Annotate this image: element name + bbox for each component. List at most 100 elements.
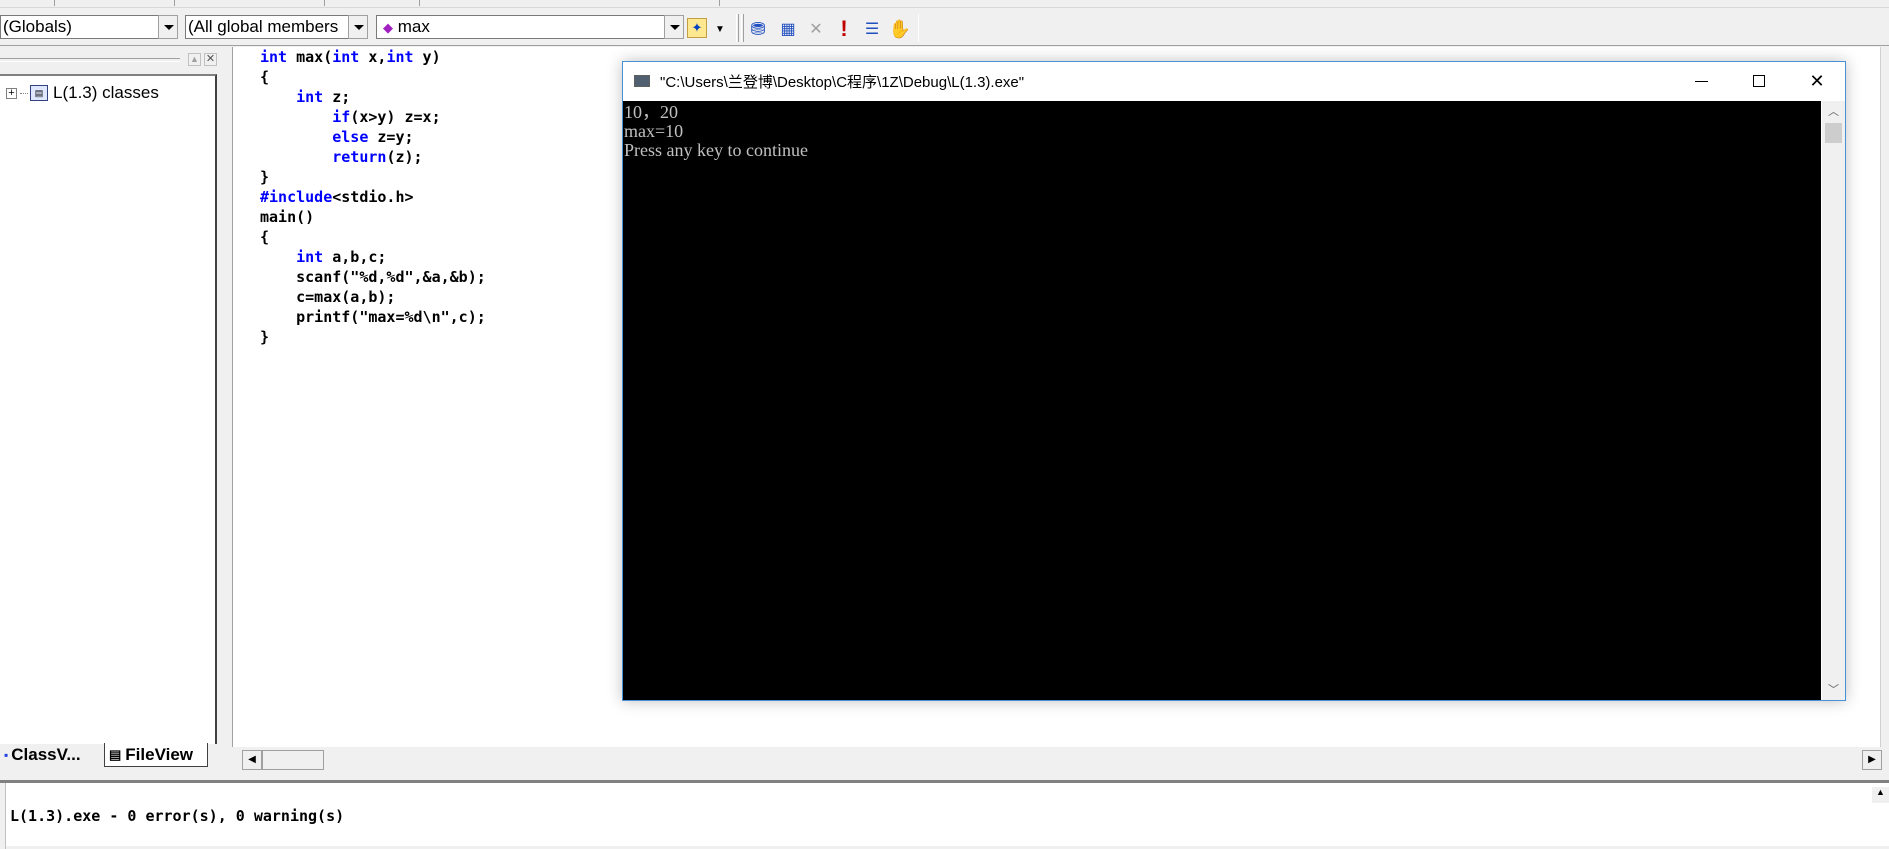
code-line[interactable]: int a,b,c;: [260, 247, 486, 267]
build-icon[interactable]: ▦: [776, 17, 800, 41]
scope-combo[interactable]: (Globals): [0, 15, 160, 39]
code-line[interactable]: main(): [260, 207, 486, 227]
scope-combo-dropdown[interactable]: [158, 15, 178, 39]
top-tab-strip: [0, 0, 1889, 8]
step-icon[interactable]: ☰: [860, 17, 884, 41]
toolbar-grip[interactable]: [736, 14, 739, 42]
scroll-left-icon[interactable]: ◀: [242, 750, 262, 770]
code-line[interactable]: printf("max=%d\n",c);: [260, 307, 486, 327]
class-tree: + ▤ L(1.3) classes: [0, 74, 217, 744]
classview-icon: ▪: [4, 748, 9, 762]
code-line[interactable]: scanf("%d,%d",&a,&b);: [260, 267, 486, 287]
execute-icon[interactable]: !: [832, 16, 856, 41]
code-text: scanf("%d,%d",&a,&b);: [260, 268, 486, 286]
wizard-icon[interactable]: ✦: [687, 18, 707, 38]
code-line[interactable]: c=max(a,b);: [260, 287, 486, 307]
console-output[interactable]: 10，20 max=10 Press any key to continue: [623, 101, 1821, 700]
code-line[interactable]: return(z);: [260, 147, 486, 167]
code-line[interactable]: }: [260, 327, 486, 347]
code-line[interactable]: #include<stdio.h>: [260, 187, 486, 207]
scroll-right-icon[interactable]: ▶: [1862, 750, 1882, 770]
output-pane-grip[interactable]: [0, 783, 6, 849]
console-titlebar[interactable]: "C:\Users\兰登博\Desktop\C程序\1Z\Debug\L(1.3…: [623, 62, 1845, 100]
compile-icon[interactable]: ⛃: [746, 17, 770, 41]
panel-close-icon[interactable]: ✕: [204, 53, 217, 66]
expand-icon[interactable]: +: [6, 87, 17, 99]
code-line[interactable]: {: [260, 227, 486, 247]
maximize-icon: [1753, 75, 1765, 87]
code-text: max(: [287, 48, 333, 66]
panel-maximize-icon[interactable]: ▲: [188, 53, 201, 66]
members-combo-dropdown[interactable]: [348, 15, 368, 39]
close-button[interactable]: ✕: [1788, 62, 1846, 100]
fileview-icon: ▤: [109, 746, 122, 762]
members-combo[interactable]: (All global members: [185, 15, 350, 39]
minimize-button[interactable]: [1672, 62, 1730, 100]
build-result-text: L(1.3).exe - 0 error(s), 0 warning(s): [10, 807, 345, 825]
close-icon: ✕: [1809, 70, 1825, 91]
tab-fileview[interactable]: ▤ FileView: [104, 743, 208, 767]
code-keyword: int: [296, 88, 324, 106]
code-keyword: return: [332, 148, 387, 166]
code-text: main(): [260, 208, 315, 226]
console-app-icon: [634, 75, 650, 87]
wizard-dropdown-icon[interactable]: ▼: [708, 17, 732, 41]
code-keyword: if: [332, 108, 351, 126]
code-keyword: int: [386, 48, 414, 66]
code-line[interactable]: int z;: [260, 87, 486, 107]
workspace-panel: ▲ ✕ + ▤ L(1.3) classes ▪ ClassV... ▤ Fil…: [0, 47, 222, 777]
stop-build-icon[interactable]: ✕: [804, 17, 828, 41]
code-text: z=y;: [368, 128, 414, 146]
code-text: <stdio.h>: [332, 188, 414, 206]
method-icon: ◆: [383, 20, 393, 35]
console-scroll-thumb[interactable]: [1825, 123, 1842, 143]
code-text: z;: [323, 88, 351, 106]
build-output-pane[interactable]: L(1.3).exe - 0 error(s), 0 warning(s) ▲: [0, 780, 1889, 849]
code-text: {: [260, 228, 270, 246]
code-text: {: [260, 68, 270, 86]
scroll-thumb[interactable]: [262, 750, 324, 770]
toolbar-grip[interactable]: [741, 14, 744, 42]
tab-segment[interactable]: [325, 0, 420, 6]
code-line[interactable]: else z=y;: [260, 127, 486, 147]
minimize-icon: [1694, 80, 1708, 82]
function-combo-dropdown[interactable]: [664, 15, 684, 39]
tab-segment[interactable]: [0, 0, 55, 6]
tab-classview[interactable]: ▪ ClassV...: [0, 743, 102, 767]
code-text: }: [260, 168, 270, 186]
code-keyword: #include: [260, 188, 333, 206]
workspace-tabs: ▪ ClassV... ▤ FileView: [0, 743, 222, 769]
editor-vertical-scrollbar[interactable]: [1880, 47, 1889, 747]
code-keyword: int: [332, 48, 360, 66]
code-text: x,: [359, 48, 387, 66]
code-keyword: int: [260, 48, 288, 66]
console-vertical-scrollbar[interactable]: ︿ ﹀: [1822, 101, 1845, 700]
code-text: a,b,c;: [323, 248, 387, 266]
source-code[interactable]: int max(int x,int y){ int z; if(x>y) z=x…: [260, 47, 486, 347]
output-scroll-up-icon[interactable]: ▲: [1872, 787, 1889, 803]
code-text: (z);: [386, 148, 423, 166]
code-text: (x>y) z=x;: [350, 108, 441, 126]
console-window[interactable]: "C:\Users\兰登博\Desktop\C程序\1Z\Debug\L(1.3…: [622, 61, 1846, 701]
tab-segment[interactable]: [55, 0, 175, 6]
maximize-button[interactable]: [1730, 62, 1788, 100]
code-line[interactable]: }: [260, 167, 486, 187]
scroll-up-icon[interactable]: ︿: [1822, 103, 1845, 121]
tab-segment[interactable]: [420, 0, 720, 6]
code-line[interactable]: {: [260, 67, 486, 87]
tree-item-classes[interactable]: + ▤ L(1.3) classes: [6, 82, 159, 104]
project-classes-icon: ▤: [30, 85, 48, 101]
go-icon[interactable]: ✋: [888, 17, 912, 41]
editor-horizontal-scrollbar[interactable]: ◀ ▶: [242, 750, 1882, 770]
code-line[interactable]: if(x>y) z=x;: [260, 107, 486, 127]
code-text: c=max(a,b);: [260, 288, 396, 306]
tab-segment[interactable]: [175, 0, 325, 6]
panel-grip[interactable]: [0, 58, 180, 62]
code-line[interactable]: int max(int x,int y): [260, 47, 486, 67]
scroll-down-icon[interactable]: ﹀: [1822, 681, 1845, 699]
function-combo[interactable]: ◆ max: [376, 15, 666, 39]
